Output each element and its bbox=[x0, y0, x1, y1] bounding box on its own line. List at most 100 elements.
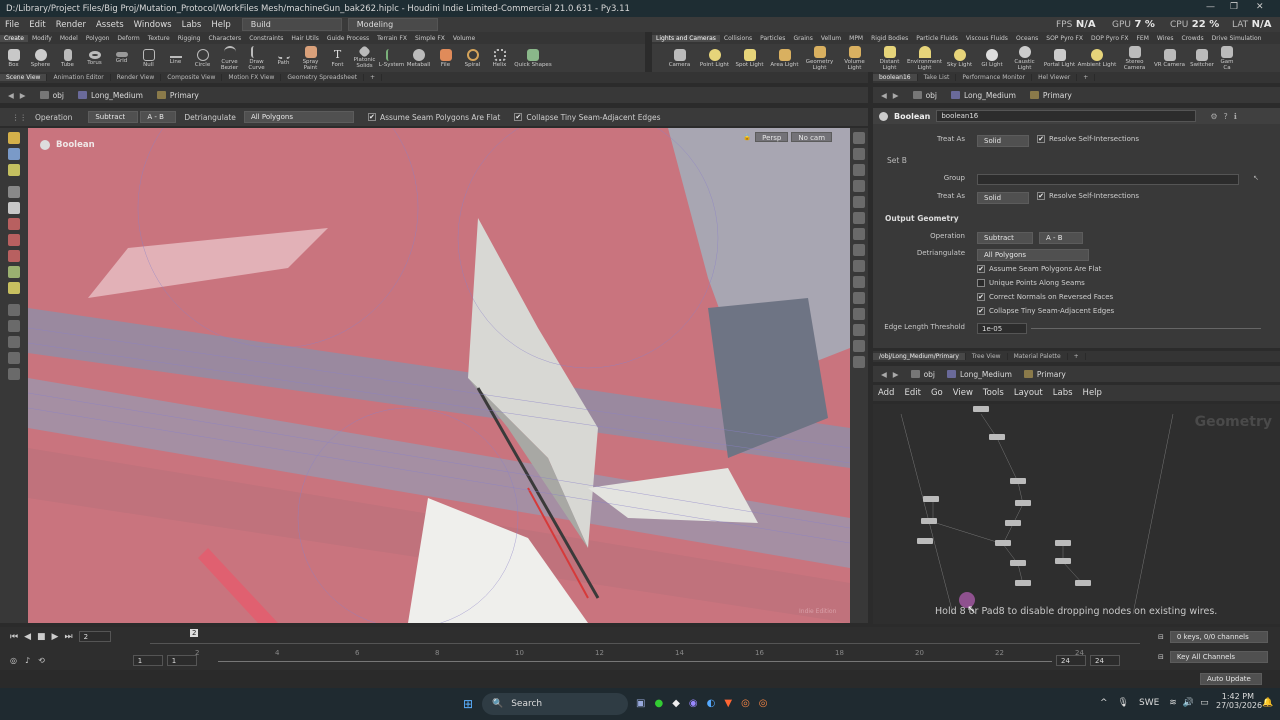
tool-tube[interactable]: Tube bbox=[54, 48, 81, 68]
edge-icon[interactable]: ◐ bbox=[707, 698, 716, 709]
clock[interactable]: 1:42 PM 27/03/2026 bbox=[1216, 692, 1262, 710]
scene-viewport[interactable]: Boolean 🔒 Persp No cam Indie Edition bbox=[28, 128, 850, 623]
flipbook-icon[interactable] bbox=[853, 340, 865, 352]
shelf-tab[interactable]: Terrain FX bbox=[373, 35, 411, 42]
pose-icon[interactable] bbox=[8, 266, 20, 278]
shelf-tab[interactable]: Model bbox=[56, 35, 82, 42]
dolly-icon[interactable] bbox=[8, 352, 20, 364]
tab-geometry-spreadsheet[interactable]: Geometry Spreadsheet bbox=[281, 74, 364, 81]
tool-spiral[interactable]: Spiral bbox=[459, 48, 486, 68]
shelf-tab[interactable]: Rigging bbox=[174, 35, 205, 42]
minimize-icon[interactable]: — bbox=[1206, 2, 1215, 12]
net-menu-go[interactable]: Go bbox=[926, 388, 948, 398]
range-slider[interactable] bbox=[218, 661, 1052, 662]
ghost-icon[interactable] bbox=[853, 292, 865, 304]
normals-icon[interactable] bbox=[853, 260, 865, 272]
forward-icon[interactable]: ▶ bbox=[893, 370, 899, 379]
houdini-icon-2[interactable]: ◎ bbox=[759, 698, 768, 709]
camera-dropdown[interactable]: No cam bbox=[791, 132, 833, 142]
checkbox-assume-seam[interactable]: ✔ bbox=[367, 113, 376, 121]
tab-render-view[interactable]: Render View bbox=[111, 74, 162, 81]
jump-start-icon[interactable]: ⏮ bbox=[10, 632, 18, 642]
shelf-tab[interactable]: Texture bbox=[144, 35, 174, 42]
tool-platonic[interactable]: Platonic Solids bbox=[351, 45, 378, 69]
timeline-ruler[interactable]: 2 bbox=[150, 629, 1140, 644]
tool-area-light[interactable]: Area Light bbox=[767, 48, 802, 68]
current-frame-field[interactable]: 2 bbox=[78, 631, 111, 642]
tool-stereo-camera[interactable]: Stereo Camera bbox=[1117, 45, 1152, 71]
menu-help[interactable]: Help bbox=[206, 20, 235, 30]
tool-gi-light[interactable]: GI Light bbox=[977, 48, 1007, 68]
breadcrumb-obj[interactable]: obj bbox=[912, 91, 937, 100]
tool-volume-light[interactable]: Volume Light bbox=[837, 45, 872, 71]
detriangulate-dropdown[interactable]: All Polygons bbox=[977, 249, 1089, 261]
tool-path[interactable]: Path bbox=[270, 51, 297, 66]
tool-spray-paint[interactable]: Spray Paint bbox=[297, 45, 324, 71]
shelf-tab[interactable]: Hair Utils bbox=[287, 35, 322, 42]
treat-as-dropdown[interactable]: Solid bbox=[977, 192, 1029, 204]
tool-gamepad-camera[interactable]: Gam Ca bbox=[1217, 45, 1237, 71]
ab-dropdown[interactable]: A - B bbox=[1039, 232, 1083, 244]
breadcrumb-obj[interactable]: obj bbox=[910, 370, 935, 379]
play-icon[interactable]: ▶ bbox=[52, 632, 59, 642]
key-all-channels[interactable]: Key All Channels bbox=[1169, 651, 1268, 663]
shelf-tab[interactable]: Particle Fluids bbox=[912, 35, 962, 42]
breadcrumb-geo[interactable]: Long_Medium bbox=[78, 91, 143, 100]
end-frame-field-2[interactable]: 24 bbox=[1090, 655, 1120, 666]
lock-icon[interactable] bbox=[853, 164, 865, 176]
shelf-tab[interactable]: DOP Pyro FX bbox=[1087, 35, 1133, 42]
tool-geometry-light[interactable]: Geometry Light bbox=[802, 45, 837, 71]
desktop-build[interactable]: Build bbox=[241, 18, 342, 31]
checkbox[interactable]: ✔ bbox=[977, 307, 985, 315]
tool-box[interactable]: Box bbox=[0, 48, 27, 68]
tool-circle[interactable]: Circle bbox=[189, 48, 216, 68]
task-view-icon[interactable]: ▣ bbox=[636, 698, 645, 709]
network-node[interactable] bbox=[989, 434, 1005, 440]
select-arrow-icon[interactable]: ↖ bbox=[1253, 174, 1259, 182]
tool-vr-camera[interactable]: VR Camera bbox=[1152, 48, 1187, 68]
checkbox[interactable]: ✔ bbox=[977, 293, 985, 301]
network-node[interactable] bbox=[917, 538, 933, 544]
desktop-modeling[interactable]: Modeling bbox=[347, 18, 438, 31]
mic-icon[interactable]: 🎙 bbox=[1118, 698, 1129, 708]
shelf-tab[interactable]: Volume bbox=[449, 35, 479, 42]
menu-labs[interactable]: Labs bbox=[177, 20, 207, 30]
tab-composite-view[interactable]: Composite View bbox=[161, 74, 223, 81]
net-menu-tools[interactable]: Tools bbox=[978, 388, 1009, 398]
shelf-tab[interactable]: Guide Process bbox=[323, 35, 373, 42]
checkbox[interactable]: ✔ bbox=[1037, 135, 1045, 143]
brave-icon[interactable]: ▼ bbox=[724, 698, 732, 709]
view-icon[interactable] bbox=[8, 320, 20, 332]
breadcrumb-obj[interactable]: obj bbox=[39, 91, 64, 100]
back-icon[interactable]: ◀ bbox=[881, 370, 887, 379]
tool-lsystem[interactable]: L-System bbox=[378, 48, 405, 68]
shelf-tab[interactable]: Deform bbox=[113, 35, 143, 42]
info-icon[interactable]: ℹ bbox=[1234, 112, 1237, 121]
network-node[interactable] bbox=[1010, 560, 1026, 566]
stop-icon[interactable]: ■ bbox=[37, 632, 46, 642]
pointer-icon[interactable] bbox=[8, 186, 20, 198]
shelf-tab[interactable]: Lights and Cameras bbox=[652, 34, 720, 42]
tool-grid[interactable]: Grid bbox=[108, 52, 135, 64]
handle-tool-icon[interactable] bbox=[8, 282, 20, 294]
net-menu-help[interactable]: Help bbox=[1078, 388, 1107, 398]
network-node[interactable] bbox=[1075, 580, 1091, 586]
render-icon[interactable] bbox=[853, 324, 865, 336]
tool-distant-light[interactable]: Distant Light bbox=[872, 45, 907, 71]
shelf-tab[interactable]: Particles bbox=[756, 35, 789, 42]
snap-icon[interactable] bbox=[853, 276, 865, 288]
gear-icon[interactable]: ⚙ bbox=[1210, 112, 1217, 121]
tab-boolean16[interactable]: boolean16 bbox=[873, 74, 918, 81]
lock-camera-icon[interactable]: 🔒 bbox=[743, 133, 751, 141]
net-menu-add[interactable]: Add bbox=[873, 388, 899, 398]
taskbar-search[interactable]: 🔍 Search bbox=[482, 693, 628, 715]
ab-dropdown[interactable]: A - B bbox=[140, 111, 177, 123]
maximize-icon[interactable]: ❐ bbox=[1230, 2, 1238, 12]
scale-icon[interactable] bbox=[8, 250, 20, 262]
key-all-icon[interactable]: ⊟ bbox=[1158, 653, 1164, 661]
tab-motion-fx-view[interactable]: Motion FX View bbox=[222, 74, 282, 81]
key-icon[interactable]: ⊟ bbox=[1158, 633, 1164, 641]
tool-draw-curve[interactable]: Draw Curve bbox=[243, 45, 270, 71]
edge-length-slider[interactable] bbox=[1031, 328, 1261, 329]
grid-toggle-icon[interactable] bbox=[853, 228, 865, 240]
